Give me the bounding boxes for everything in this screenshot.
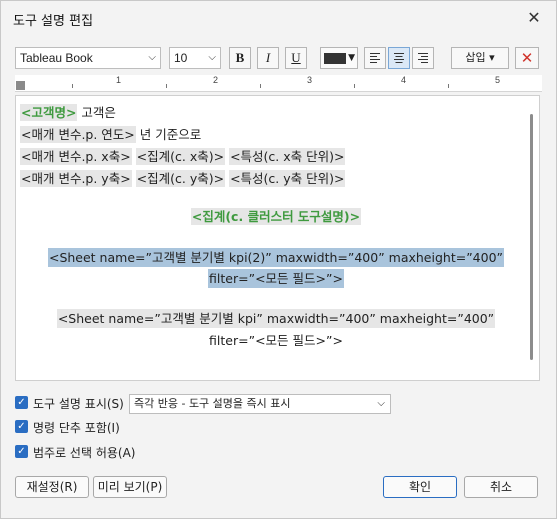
field-token: <집계(c. y축)> [135,170,226,187]
field-token: <특성(c. y축 단위)> [229,170,346,187]
include-command-buttons-option[interactable]: ✓ 명령 단추 포함(I) [15,418,315,436]
editor-line: <매개 변수.p. x축> <집계(c. x축)> <특성(c. x축 단위)> [20,146,346,165]
align-left-icon [370,53,380,63]
caret-down-icon: ▼ [348,53,355,63]
reset-button[interactable]: 재설정(R) [15,476,89,498]
scrollbar[interactable] [530,114,533,360]
field-token: <매개 변수.p. 연도> [20,126,136,143]
field-token: <매개 변수.p. x축> [20,148,132,165]
ruler-number: 4 [401,75,407,85]
font-family-select[interactable]: Tableau Book ⌵ [15,47,161,69]
ok-button[interactable]: 확인 [383,476,457,498]
chevron-down-icon: ⌵ [377,398,385,409]
indent-marker[interactable] [16,81,25,90]
italic-button[interactable]: I [257,47,279,69]
ruler-number: 2 [213,75,219,85]
edit-tooltip-dialog: 도구 설명 편집 ✕ Tableau Book ⌵ 10 ⌵ B I U ▼ 삽… [0,0,557,519]
align-center-icon [394,53,404,63]
bold-button[interactable]: B [229,47,251,69]
dialog-title: 도구 설명 편집 [13,14,94,29]
delete-icon[interactable]: ✕ [515,47,539,69]
editor-line: <매개 변수.p. 연도> 년 기준으로 [20,124,201,143]
cancel-button[interactable]: 취소 [464,476,538,498]
sheet-tag-selected-filter: filter=”<모든 필드>”> [208,269,344,288]
field-token: <집계(c. x축)> [135,148,226,165]
editor-line: <집계(c. 클러스터 도구설명)> [16,206,536,225]
tooltip-editor[interactable]: <고객명> 고객은 <매개 변수.p. 연도> 년 기준으로 <매개 변수.p.… [15,95,540,381]
font-size-value: 10 [174,51,188,65]
insert-button[interactable]: 삽입 ▾ [451,47,509,69]
underline-button[interactable]: U [285,47,307,69]
chevron-down-icon: ⌵ [148,52,156,63]
ruler-number: 1 [116,75,122,85]
show-tooltip-label: 도구 설명 표시(S) [33,397,124,411]
close-icon[interactable]: ✕ [524,8,544,28]
editor-line: filter=”<모든 필드>”> [16,268,536,288]
sheet-tag: <Sheet name=”고객별 분기별 kpi” maxwidth=”400”… [56,309,496,328]
chevron-down-icon: ⌵ [208,52,216,63]
static-text: 고객은 [77,105,116,120]
text-color-picker[interactable]: ▼ [320,47,358,69]
editor-line: <고객명> 고객은 [20,102,116,121]
checkbox-checked-icon[interactable]: ✓ [15,445,28,458]
include-command-buttons-label: 명령 단추 포함(I) [33,421,120,435]
checkbox-checked-icon[interactable]: ✓ [15,396,28,409]
editor-line: filter=”<모든 필드>”> [16,330,536,349]
align-left-button[interactable] [364,47,386,69]
ruler-number: 3 [307,75,313,85]
tooltip-mode-value: 즉각 반응 - 도구 설명을 즉시 표시 [134,397,291,410]
editor-line: <Sheet name=”고객별 분기별 kpi(2)” maxwidth=”4… [16,247,536,267]
sheet-tag-selected: <Sheet name=”고객별 분기별 kpi(2)” maxwidth=”4… [47,248,505,267]
field-token: <고객명> [20,104,78,121]
title-bar: 도구 설명 편집 ✕ [1,1,556,37]
allow-range-selection-label: 범주로 선택 허용(A) [33,446,136,460]
color-swatch [324,53,346,64]
editor-line: <매개 변수.p. y축> <집계(c. y축)> <특성(c. y축 단위)> [20,168,346,187]
align-right-icon [418,53,428,63]
allow-range-selection-option[interactable]: ✓ 범주로 선택 허용(A) [15,443,315,461]
field-token: <매개 변수.p. y축> [20,170,132,187]
ruler: 1 2 3 4 5 [15,75,542,92]
sheet-tag-filter: filter=”<모든 필드>”> [209,333,343,348]
ruler-number: 5 [495,75,501,85]
font-size-select[interactable]: 10 ⌵ [169,47,221,69]
tooltip-mode-dropdown[interactable]: 즉각 반응 - 도구 설명을 즉시 표시 ⌵ [129,394,391,414]
checkbox-checked-icon[interactable]: ✓ [15,420,28,433]
static-text: 년 기준으로 [135,127,202,142]
field-token: <특성(c. x축 단위)> [229,148,346,165]
preview-button[interactable]: 미리 보기(P) [93,476,167,498]
editor-line: <Sheet name=”고객별 분기별 kpi” maxwidth=”400”… [16,308,536,328]
align-right-button[interactable] [412,47,434,69]
format-toolbar: Tableau Book ⌵ 10 ⌵ B I U ▼ 삽입 ▾ ✕ [15,45,542,71]
font-family-value: Tableau Book [20,51,93,65]
cluster-tooltip-token: <집계(c. 클러스터 도구설명)> [190,208,362,225]
align-center-button[interactable] [388,47,410,69]
